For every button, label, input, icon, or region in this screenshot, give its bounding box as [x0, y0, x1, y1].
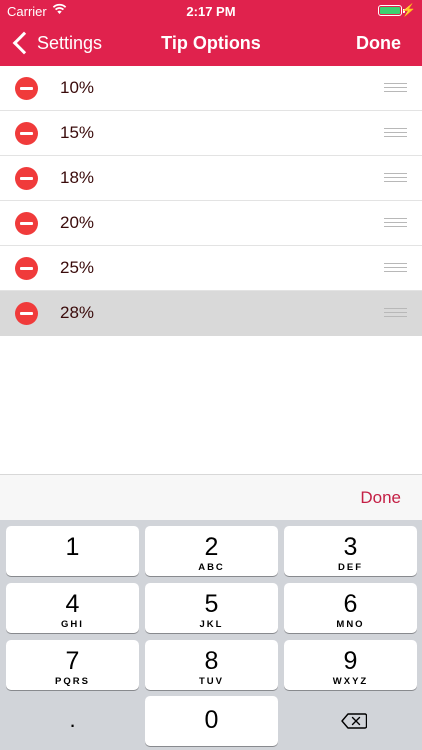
key-digit: 9: [343, 647, 358, 675]
reorder-grip-icon[interactable]: [384, 173, 407, 182]
key-digit: .: [69, 707, 76, 732]
battery-icon: [378, 5, 405, 16]
navigation-bar: Carrier 2:17 PM ⚡ Settings Tip Options D…: [0, 0, 422, 66]
tip-label: 15%: [60, 123, 95, 142]
key-digit: 4: [65, 590, 80, 618]
tip-label: 20%: [60, 213, 95, 232]
key-6[interactable]: 6 MNO: [284, 583, 417, 633]
key-letters: MNO: [336, 619, 365, 630]
key-digit: 1: [65, 533, 80, 561]
key-digit: 5: [204, 590, 219, 618]
tip-label: 18%: [60, 168, 95, 187]
tip-row[interactable]: 18%: [0, 156, 422, 201]
minus-circle-icon[interactable]: [15, 302, 38, 325]
key-digit: 7: [65, 647, 80, 675]
keyboard-done-button[interactable]: Done: [360, 488, 401, 508]
key-9[interactable]: 9 WXYZ: [284, 640, 417, 690]
key-letters: DEF: [338, 562, 363, 573]
reorder-grip-icon[interactable]: [384, 263, 407, 272]
tip-label: 25%: [60, 258, 95, 277]
minus-circle-icon[interactable]: [15, 257, 38, 280]
tip-options-list: 10% 15% 18% 20% 25% 28%: [0, 66, 422, 336]
backspace-icon: [341, 713, 367, 729]
minus-circle-icon[interactable]: [15, 77, 38, 100]
key-digit: 0: [204, 706, 219, 734]
key-2[interactable]: 2 ABC: [145, 526, 278, 576]
number-keypad: 1 2 ABC 3 DEF 4 GHI 5 JKL 6 MNO 7 PQRS 8…: [0, 520, 422, 750]
tip-row[interactable]: 15%: [0, 111, 422, 156]
status-bar: Carrier 2:17 PM ⚡: [0, 0, 422, 22]
key-digit: 6: [343, 590, 358, 618]
backspace-key[interactable]: [284, 696, 417, 746]
clock: 2:17 PM: [186, 4, 236, 19]
tip-row[interactable]: 25%: [0, 246, 422, 291]
reorder-grip-icon[interactable]: [384, 83, 407, 92]
done-button[interactable]: Done: [356, 33, 401, 54]
key-5[interactable]: 5 JKL: [145, 583, 278, 633]
minus-circle-icon[interactable]: [15, 122, 38, 145]
reorder-grip-icon[interactable]: [384, 218, 407, 227]
key-8[interactable]: 8 TUV: [145, 640, 278, 690]
tip-label: 10%: [60, 78, 95, 97]
key-digit: 2: [204, 533, 219, 561]
key-decimal[interactable]: .: [6, 696, 139, 746]
key-3[interactable]: 3 DEF: [284, 526, 417, 576]
key-letters: TUV: [199, 676, 224, 687]
key-1[interactable]: 1: [6, 526, 139, 576]
minus-circle-icon[interactable]: [15, 212, 38, 235]
charging-bolt-icon: ⚡: [401, 3, 416, 17]
key-0[interactable]: 0: [145, 696, 278, 746]
key-letters: WXYZ: [332, 676, 369, 687]
tip-row[interactable]: 10%: [0, 66, 422, 111]
key-7[interactable]: 7 PQRS: [6, 640, 139, 690]
key-letters: JKL: [199, 619, 224, 630]
key-4[interactable]: 4 GHI: [6, 583, 139, 633]
tip-label: 28%: [60, 303, 95, 322]
minus-circle-icon[interactable]: [15, 167, 38, 190]
tip-row-selected[interactable]: 28%: [0, 291, 422, 336]
reorder-grip-icon[interactable]: [384, 128, 407, 137]
reorder-grip-icon[interactable]: [384, 308, 407, 317]
tip-row[interactable]: 20%: [0, 201, 422, 246]
key-letters: GHI: [61, 619, 84, 630]
key-letters: ABC: [198, 562, 225, 573]
key-digit: 3: [343, 533, 358, 561]
key-letters: PQRS: [55, 676, 90, 687]
keyboard-accessory-bar: Done: [0, 474, 422, 520]
key-digit: 8: [204, 647, 219, 675]
